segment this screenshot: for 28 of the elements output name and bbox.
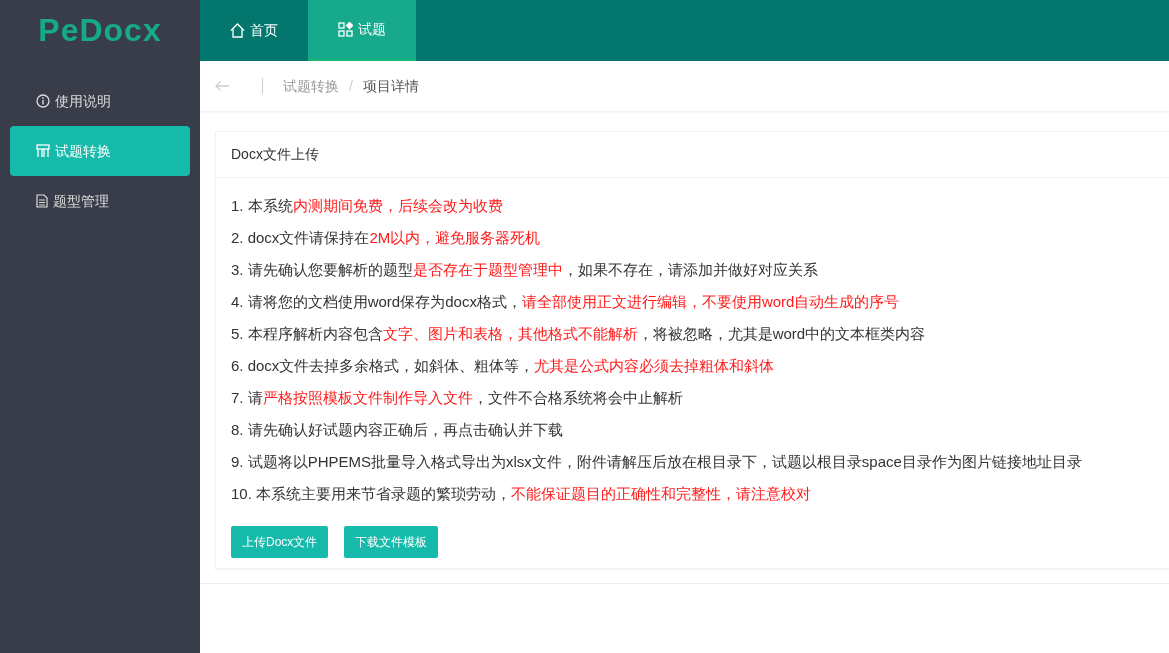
info-icon <box>36 94 50 108</box>
instruction-line: 7. 请严格按照模板文件制作导入文件，文件不合格系统将会中止解析 <box>231 388 684 408</box>
action-button[interactable]: 下载文件模板 <box>344 526 439 558</box>
breadcrumb-link[interactable]: 项目详情 <box>362 75 419 97</box>
instruction-line: 1. 本系统内测期间免费，后续会改为收费 <box>231 196 504 216</box>
columns-icon <box>36 144 50 158</box>
nav-tab[interactable]: 首页 <box>200 0 308 61</box>
nav-tab[interactable]: 试题 <box>308 0 416 61</box>
card-title: Docx文件上传 <box>216 132 1169 178</box>
sidebar-item[interactable]: 使用说明 <box>10 76 190 126</box>
instruction-line: 4. 请将您的文档使用word保存为docx格式，请全部使用正文进行编辑，不要使用word自动生成的序号 <box>231 292 901 312</box>
breadcrumb-separator: / <box>349 76 353 96</box>
instruction-line: 10. 本系统主要用来节省录题的繁琐劳动，不能保证题目的正确性和完整性，请注意校对 <box>231 484 813 504</box>
instruction-line: 5. 本程序解析内容包含文字、图片和表格，其他格式不能解析，将被忽略，尤其是word中的文本框类内容 <box>231 324 927 344</box>
instruction-line: 6. docx文件去掉多余格式，如斜体、粗体等，尤其是公式内容必须去掉粗体和斜体 <box>231 356 776 376</box>
grid-icon <box>338 22 353 37</box>
home-icon <box>230 23 245 38</box>
instruction-line: 3. 请先确认您要解析的题型是否存在于题型管理中，如果不存在，请添加并做好对应关系 <box>231 260 819 280</box>
back-arrow-icon[interactable] <box>214 80 230 92</box>
logo: PeDocx <box>37 11 163 50</box>
document-icon <box>36 194 48 208</box>
instruction-line: 8. 请先确认好试题内容正确后，再点击确认并下载 <box>231 420 564 440</box>
instruction-line: 9. 试题将以PHPEMS批量导入格式导出为xlsx文件，附件请解压后放在根目录下，试题以根目录space目录作为图片链接地址目录 <box>231 452 1083 472</box>
breadcrumb-link[interactable]: 试题转换 <box>283 75 339 97</box>
action-button[interactable]: 上传Docx文件 <box>231 526 329 558</box>
instruction-line: 2. docx文件请保持在2M以内，避免服务器死机 <box>231 228 542 248</box>
sidebar-item[interactable]: 试题转换 <box>10 126 190 176</box>
sidebar-item[interactable]: 题型管理 <box>10 176 190 226</box>
